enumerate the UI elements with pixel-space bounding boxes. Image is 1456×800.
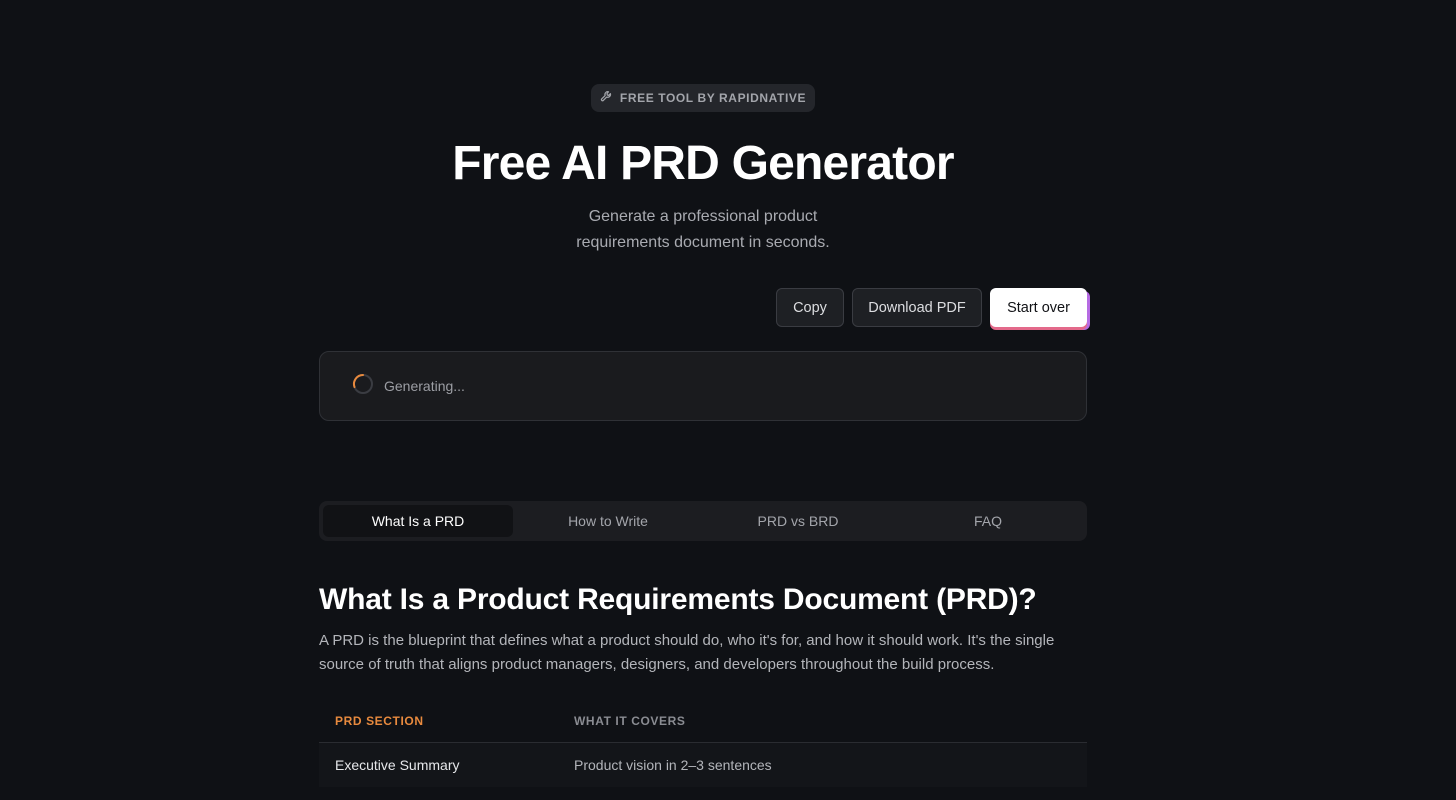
start-over-button[interactable]: Start over: [990, 288, 1087, 327]
tab-prd-vs-brd[interactable]: PRD vs BRD: [703, 505, 893, 537]
column-header-covers: WHAT IT COVERS: [574, 714, 686, 728]
table-row: Executive Summary Product vision in 2–3 …: [319, 743, 1087, 787]
tab-what-is-a-prd[interactable]: What Is a PRD: [323, 505, 513, 537]
tab-how-to-write[interactable]: How to Write: [513, 505, 703, 537]
spinner-icon: [352, 373, 374, 400]
section-title: What Is a Product Requirements Document …: [319, 583, 1037, 616]
wrench-icon: [600, 90, 613, 106]
table-header: PRD SECTION WHAT IT COVERS: [319, 700, 1087, 743]
prd-sections-table: PRD SECTION WHAT IT COVERS Executive Sum…: [319, 700, 1087, 787]
section-body: A PRD is the blueprint that defines what…: [319, 632, 1055, 673]
table-cell-section: Executive Summary: [335, 757, 460, 773]
copy-button[interactable]: Copy: [776, 288, 844, 327]
content-tabs: What Is a PRD How to Write PRD vs BRD FA…: [319, 501, 1087, 541]
table-cell-covers: Product vision in 2–3 sentences: [574, 757, 772, 773]
page-subtitle: Generate a professional product requirem…: [576, 208, 830, 251]
download-pdf-button[interactable]: Download PDF: [852, 288, 982, 327]
page-title: Free AI PRD Generator: [452, 137, 954, 190]
tab-faq[interactable]: FAQ: [893, 505, 1083, 537]
page: FREE TOOL BY RAPIDNATIVE Free AI PRD Gen…: [0, 0, 1456, 800]
tool-badge: FREE TOOL BY RAPIDNATIVE: [591, 84, 815, 112]
column-header-section: PRD SECTION: [335, 714, 424, 728]
generation-status-card: Generating...: [319, 351, 1087, 421]
badge-label: FREE TOOL BY RAPIDNATIVE: [619, 91, 807, 105]
status-text: Generating...: [384, 378, 465, 394]
